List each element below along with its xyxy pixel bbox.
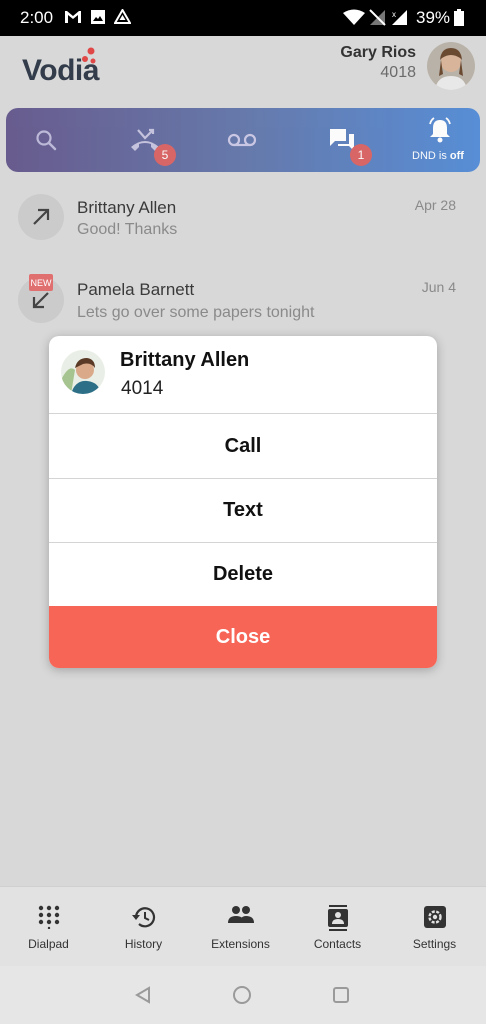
wifi-icon <box>343 9 365 25</box>
history-icon <box>131 907 155 928</box>
dnd-status-label: DND is off <box>412 150 464 162</box>
avatar[interactable] <box>427 42 475 90</box>
contacts-icon <box>327 905 348 931</box>
missed-calls-badge: 5 <box>154 144 176 166</box>
home-icon[interactable] <box>232 985 252 1005</box>
arrow-down-left-icon <box>32 292 49 309</box>
voicemail-icon <box>227 133 257 147</box>
signal-off-icon <box>369 9 386 26</box>
user-avatar-icon <box>427 42 475 90</box>
list-item-message: Good! Thanks <box>77 221 178 238</box>
list-item[interactable]: Pamela Barnett Lets go over some papers … <box>0 270 486 340</box>
gmail-icon <box>65 11 81 23</box>
logo-dots-icon <box>82 47 96 64</box>
nav-dnd-button[interactable] <box>416 108 464 152</box>
list-item-message: Lets go over some papers tonight <box>77 304 315 321</box>
contact-avatar-icon <box>61 350 105 394</box>
battery-percent: 39% <box>416 8 451 27</box>
image-icon <box>91 10 105 24</box>
bottom-nav-dialpad[interactable]: Dialpad <box>0 887 97 967</box>
list-item-name: Pamela Barnett <box>77 280 195 299</box>
contact-action-dialog: Brittany Allen 4014 Call Text Delete Clo… <box>49 336 437 668</box>
status-bar: 2:00 x 39% <box>0 0 486 36</box>
recents-icon[interactable] <box>332 986 350 1004</box>
dialog-avatar <box>61 350 105 394</box>
settings-icon <box>423 906 446 928</box>
text-button[interactable]: Text <box>49 479 437 543</box>
list-item-date: Jun 4 <box>421 279 456 295</box>
dnd-state: off <box>449 150 464 162</box>
list-item[interactable]: Brittany Allen Good! Thanks Apr 28 <box>0 188 486 258</box>
nav-voicemail-button[interactable] <box>220 108 264 172</box>
drive-icon <box>114 9 131 24</box>
search-icon <box>36 130 57 151</box>
bottom-nav-label: Settings <box>412 937 457 951</box>
user-extension: 4018 <box>380 64 416 81</box>
system-nav-bar <box>0 966 486 1024</box>
call-direction-badge <box>18 194 64 240</box>
list-item-name: Brittany Allen <box>77 198 177 217</box>
list-item-date: Apr 28 <box>414 197 456 213</box>
status-time: 2:00 <box>20 8 54 27</box>
dialog-contact-ext: 4014 <box>121 378 164 399</box>
extensions-icon <box>227 906 254 923</box>
call-button[interactable]: Call <box>49 415 437 479</box>
bell-icon <box>429 117 451 143</box>
delete-button[interactable]: Delete <box>49 543 437 607</box>
bottom-nav: Dialpad History Extensions Contacts Sett… <box>0 886 486 966</box>
bottom-nav-label: Extensions <box>211 937 270 951</box>
arrow-up-right-icon <box>33 208 50 225</box>
dnd-label-prefix: DND is <box>412 150 450 162</box>
new-tag-badge: NEW <box>29 274 53 291</box>
top-nav-bar: 5 1 DND is off <box>6 108 480 172</box>
signal-icon: x <box>392 10 407 25</box>
battery-icon <box>454 9 464 26</box>
bottom-nav-contacts[interactable]: Contacts <box>289 887 386 967</box>
bottom-nav-extensions[interactable]: Extensions <box>192 887 289 967</box>
svg-text:x: x <box>392 10 396 19</box>
nav-search-button[interactable] <box>24 108 68 172</box>
dialpad-icon <box>38 905 59 929</box>
bottom-nav-settings[interactable]: Settings <box>386 887 483 967</box>
bottom-nav-label: History <box>124 937 163 951</box>
user-name: Gary Rios <box>340 44 416 61</box>
back-icon[interactable] <box>134 986 152 1004</box>
dialog-header: Brittany Allen 4014 <box>49 336 437 414</box>
nav-messages-button[interactable]: 1 <box>320 108 372 172</box>
nav-missed-calls-button[interactable]: 5 <box>120 108 176 172</box>
dialog-contact-name: Brittany Allen <box>120 349 250 371</box>
bottom-nav-history[interactable]: History <box>95 887 192 967</box>
bottom-nav-label: Dialpad <box>28 937 69 951</box>
bottom-nav-label: Contacts <box>313 937 362 951</box>
messages-badge: 1 <box>350 144 372 166</box>
close-button[interactable]: Close <box>49 606 437 668</box>
